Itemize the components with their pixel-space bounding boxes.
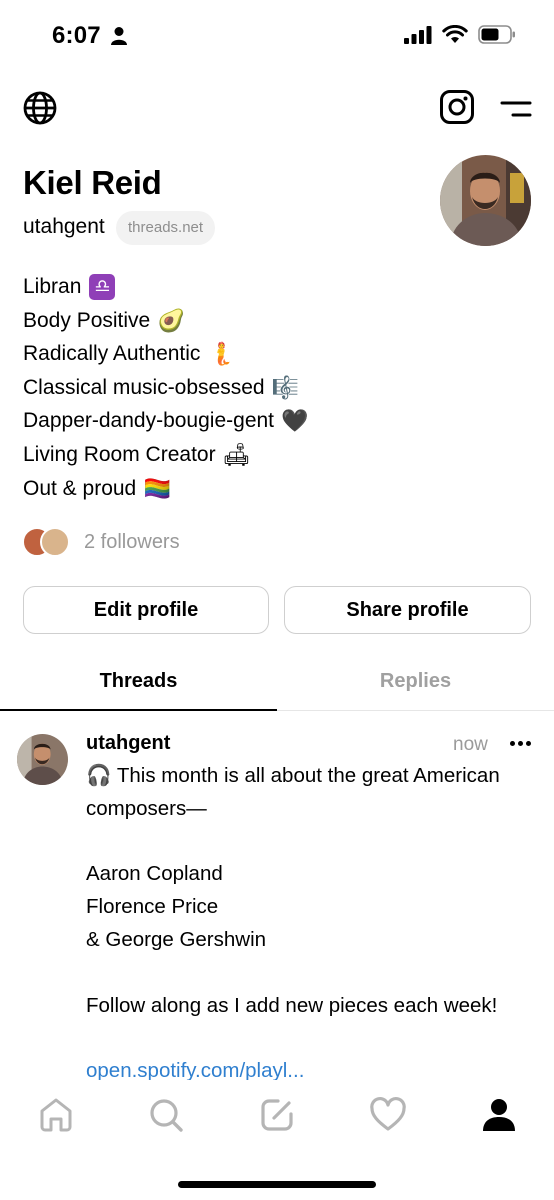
- bio-line: Body Positive 🥑: [23, 307, 185, 333]
- domain-chip[interactable]: threads.net: [116, 211, 216, 245]
- more-options-icon[interactable]: [510, 741, 531, 746]
- post-line: [86, 826, 536, 859]
- merman-emoji-icon: 🧜: [207, 341, 236, 367]
- bio-line: Dapper-dandy-bougie-gent 🖤: [23, 408, 309, 434]
- avocado-emoji-icon: 🥑: [157, 307, 185, 333]
- search-icon[interactable]: [147, 1096, 185, 1134]
- post-body: 🎧 This month is all about the great Amer…: [86, 760, 536, 1088]
- followers-count[interactable]: 2 followers: [84, 531, 180, 554]
- post-line: 🎧 This month is all about the great Amer…: [86, 764, 500, 787]
- heart-icon[interactable]: [369, 1096, 407, 1134]
- edit-profile-button[interactable]: Edit profile: [23, 586, 269, 634]
- person-status-icon: [111, 27, 127, 45]
- active-tab-indicator: [0, 709, 277, 711]
- follower-avatar: [40, 527, 70, 557]
- post-line: Follow along as I add new pieces each we…: [86, 993, 498, 1017]
- share-profile-button[interactable]: Share profile: [284, 586, 531, 634]
- globe-icon[interactable]: [22, 90, 58, 126]
- libra-emoji-icon: ♎: [89, 273, 116, 300]
- wifi-icon: [442, 25, 468, 43]
- bio-line: Radically Authentic 🧜: [23, 341, 236, 367]
- couch-emoji-icon: 🛋: [222, 441, 251, 467]
- battery-icon: [478, 25, 515, 44]
- post-avatar[interactable]: [17, 734, 68, 785]
- avatar-photo: [440, 155, 531, 246]
- bio-line: Living Room Creator 🛋: [23, 441, 251, 467]
- profile-icon[interactable]: [480, 1096, 518, 1134]
- compose-icon[interactable]: [258, 1096, 296, 1134]
- cellular-signal-icon: [404, 25, 432, 44]
- rainbow-flag-emoji-icon: 🏳️‍🌈: [143, 475, 171, 501]
- profile-avatar[interactable]: [440, 155, 531, 246]
- follower-avatars: [22, 527, 70, 557]
- black-heart-emoji-icon: 🖤: [281, 408, 309, 434]
- tab-replies[interactable]: Replies: [277, 670, 554, 693]
- bio-line: Classical music-obsessed 🎼: [23, 374, 300, 400]
- post-avatar-photo: [17, 734, 68, 785]
- home-icon[interactable]: [37, 1096, 75, 1134]
- profile-bio: Libran ♎ Body Positive 🥑 Radically Authent…: [23, 270, 309, 505]
- post-line: Florence Price: [86, 895, 219, 919]
- post-line: & George Gershwin: [86, 927, 267, 951]
- menu-icon[interactable]: [500, 96, 532, 122]
- musical-score-emoji-icon: 🎼: [271, 374, 300, 400]
- post-line: composers—: [86, 796, 207, 820]
- instagram-icon[interactable]: [439, 89, 475, 125]
- post-line: Aaron Copland: [86, 862, 223, 886]
- post-username[interactable]: utahgent: [86, 732, 170, 755]
- post-line: [86, 957, 536, 990]
- post-line: [86, 1022, 536, 1055]
- home-indicator: [178, 1181, 376, 1188]
- bio-line: Out & proud 🏳️‍🌈: [23, 475, 171, 501]
- status-indicators: [404, 25, 516, 44]
- profile-name: Kiel Reid: [23, 164, 162, 201]
- post-timestamp: now: [453, 734, 488, 755]
- tab-threads[interactable]: Threads: [0, 670, 277, 693]
- profile-handle: utahgent: [23, 215, 105, 238]
- bio-line: Libran ♎: [23, 270, 308, 304]
- followers-row[interactable]: 2 followers: [22, 527, 180, 557]
- status-time: 6:07: [52, 22, 101, 49]
